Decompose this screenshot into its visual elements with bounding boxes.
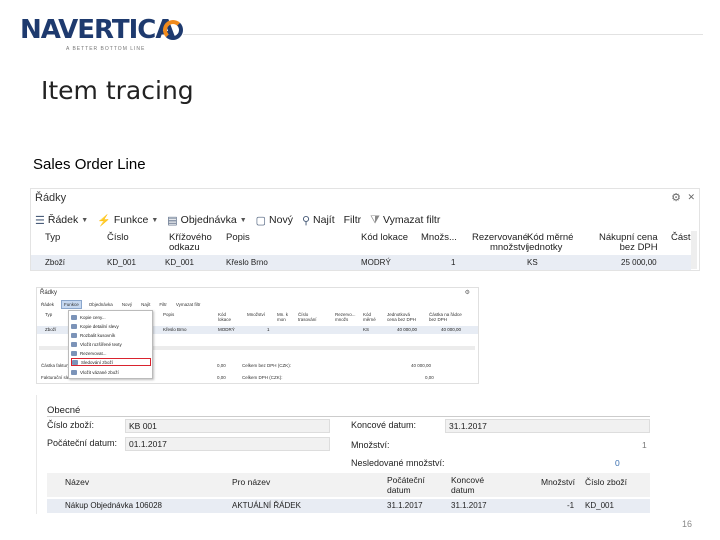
functions-menu-button[interactable]: Funkce [61,299,82,309]
menu-item[interactable]: Rezervovat... [71,349,151,357]
new-document-icon: ▢ [255,214,267,227]
order-menu-button[interactable]: Objednávka [87,301,115,308]
new-button[interactable]: Nový [120,301,134,308]
navertica-logo: NAVERTICA A BETTER BOTTOM LINE [20,15,183,52]
column-header[interactable]: Kód měrné [363,312,376,322]
column-header[interactable]: Číslo trasování [298,312,317,322]
binoculars-icon: ⚲ [301,214,311,227]
menu-item[interactable]: Vložit rozšířené texty [71,340,151,348]
lines-toolbar: ☰ Řádek ▼ ⚡ Funkce ▼ ▤ Objednávka ▼ ▢ Nový ⚲ Naj… [31,209,699,231]
lightning-icon: ⚡ [97,214,111,227]
item-no-field[interactable]: KB 001 [125,419,330,433]
clear-filter-button[interactable]: ⧩ Vymazat filtr [370,214,440,227]
menu-item-icon [71,314,77,320]
column-header[interactable]: Mn. k mon [277,312,288,322]
menu-item-item-tracing[interactable]: Sledování zboží [71,358,151,366]
column-header[interactable]: Nákupní cena bez DPH [599,233,658,253]
order-menu-button[interactable]: ▤ Objednávka ▼ [167,214,246,227]
clear-filter-button[interactable]: Vymazat filtr [174,301,203,308]
column-header[interactable]: Kód měrné jednotky [527,233,573,253]
column-header[interactable]: Rezervované množství [472,233,528,253]
settings-gear-icon[interactable]: ⚙ [671,191,681,204]
column-header[interactable]: Kód lokace [218,312,231,322]
section-divider [47,416,650,417]
chevron-down-icon: ▼ [151,216,159,224]
quantity-value: 1 [642,440,647,450]
table-row[interactable]: Zboží KD_001 KD_001 Křeslo Brno MODRÝ 1 … [31,255,691,270]
vertical-scrollbar[interactable] [691,231,697,269]
column-header[interactable]: Číslo [107,233,129,243]
column-header[interactable]: Množs... [421,233,457,243]
menu-item-icon [71,350,77,356]
untracked-quantity-value: 0 [615,458,620,468]
item-no-label: Číslo zboží: [47,420,95,430]
page-number: 16 [681,519,692,529]
quantity-label: Množství: [351,440,390,450]
logo-tagline: A BETTER BOTTOM LINE [66,46,146,52]
functions-menu-button[interactable]: ⚡ Funkce ▼ [97,214,158,227]
menu-item-icon [71,332,77,338]
menu-item-icon [72,359,78,365]
column-header[interactable]: Pro název [232,477,270,487]
find-button[interactable]: Najít [139,301,152,308]
end-date-field[interactable]: 31.1.2017 [445,419,650,433]
lines-column-headers: Typ Číslo Křížového odkazu Popis Kód lok… [31,231,699,255]
column-header[interactable]: Počáteční datum [387,475,425,495]
column-header[interactable]: Rezervo... množs [335,312,356,322]
item-tracing-screenshot: Obecné Číslo zboží: KB 001 Počáteční dat… [36,395,653,514]
tracing-column-headers: Název Pro název Počáteční datum Koncové … [47,473,650,497]
menu-item[interactable]: Rozbalit kusovník [71,331,151,339]
menu-item[interactable]: Vložit vázané zboží [71,368,151,376]
slide-subtitle: Sales Order Line [33,156,146,173]
clear-filter-icon: ⧩ [370,213,380,226]
lines-toolbar: Řádek Funkce Objednávka Nový Najít Filtr… [39,299,207,309]
menu-item-icon [71,369,77,375]
column-header[interactable]: Jednotková cena bez DPH [387,312,416,322]
document-icon: ▤ [167,214,178,227]
menu-item-icon [71,341,77,347]
filter-button[interactable]: Filtr [157,301,169,308]
settings-gear-icon[interactable]: ⚙ [465,289,470,296]
menu-item[interactable]: Kopie ceny... [71,313,151,321]
chevron-down-icon: ▼ [81,216,89,224]
column-header[interactable]: Křížového odkazu [169,233,212,253]
lines-panel-header: Řádky ⚙ ✕ [31,189,699,209]
expand-icon[interactable]: ✕ [687,192,695,203]
functions-menu-screenshot: Řádky ⚙ Řádek Funkce Objednávka Nový Naj… [36,287,479,384]
column-header[interactable]: Popis [163,312,174,317]
column-header[interactable]: Popis [226,233,250,243]
logo-wordmark: NAVERTICA [20,15,175,45]
column-header[interactable]: Množství [541,477,575,487]
column-header[interactable]: Koncové datum [451,475,484,495]
row-menu-button[interactable]: Řádek [39,301,56,308]
chevron-down-icon: ▼ [239,216,247,224]
list-icon: ☰ [35,214,45,227]
logo-ring-icon [163,20,183,40]
lines-panel-title: Řádky [40,290,58,296]
general-section-title: Obecné [47,405,81,416]
header-divider [183,34,703,35]
table-row[interactable]: Nákup Objednávka 106028 AKTUÁLNÍ ŘÁDEK 3… [47,499,650,513]
column-header[interactable]: Název [65,477,89,487]
column-header[interactable]: Kód lokace [361,233,408,243]
slide-title: Item tracing [41,76,194,105]
start-date-field[interactable]: 01.1.2017 [125,437,330,451]
lines-panel-screenshot: Řádky ⚙ ✕ ☰ Řádek ▼ ⚡ Funkce ▼ ▤ Objednávka ▼ … [30,188,700,271]
lines-panel-title: Řádky [35,192,67,204]
row-menu-button[interactable]: ☰ Řádek ▼ [35,214,88,227]
find-button[interactable]: ⚲ Najít [302,214,335,227]
new-button[interactable]: ▢ Nový [256,214,293,227]
filter-button[interactable]: Filtr [344,214,362,226]
start-date-label: Počáteční datum: [47,438,118,448]
column-header[interactable]: Číslo zboží [585,477,627,487]
functions-dropdown-menu: Kopie ceny... Kopie detailní slevy Rozba… [68,310,153,379]
menu-item[interactable]: Kopie detailní slevy [71,322,151,330]
untracked-quantity-label: Nesledované množství: [351,458,445,468]
column-header[interactable]: Typ [45,233,60,243]
end-date-label: Koncové datum: [351,420,417,430]
column-header[interactable]: Množství [247,312,265,317]
column-header[interactable]: Částka na řádce bez DPH [429,312,462,322]
column-header[interactable]: Typ [45,312,52,317]
menu-item-icon [71,323,77,329]
